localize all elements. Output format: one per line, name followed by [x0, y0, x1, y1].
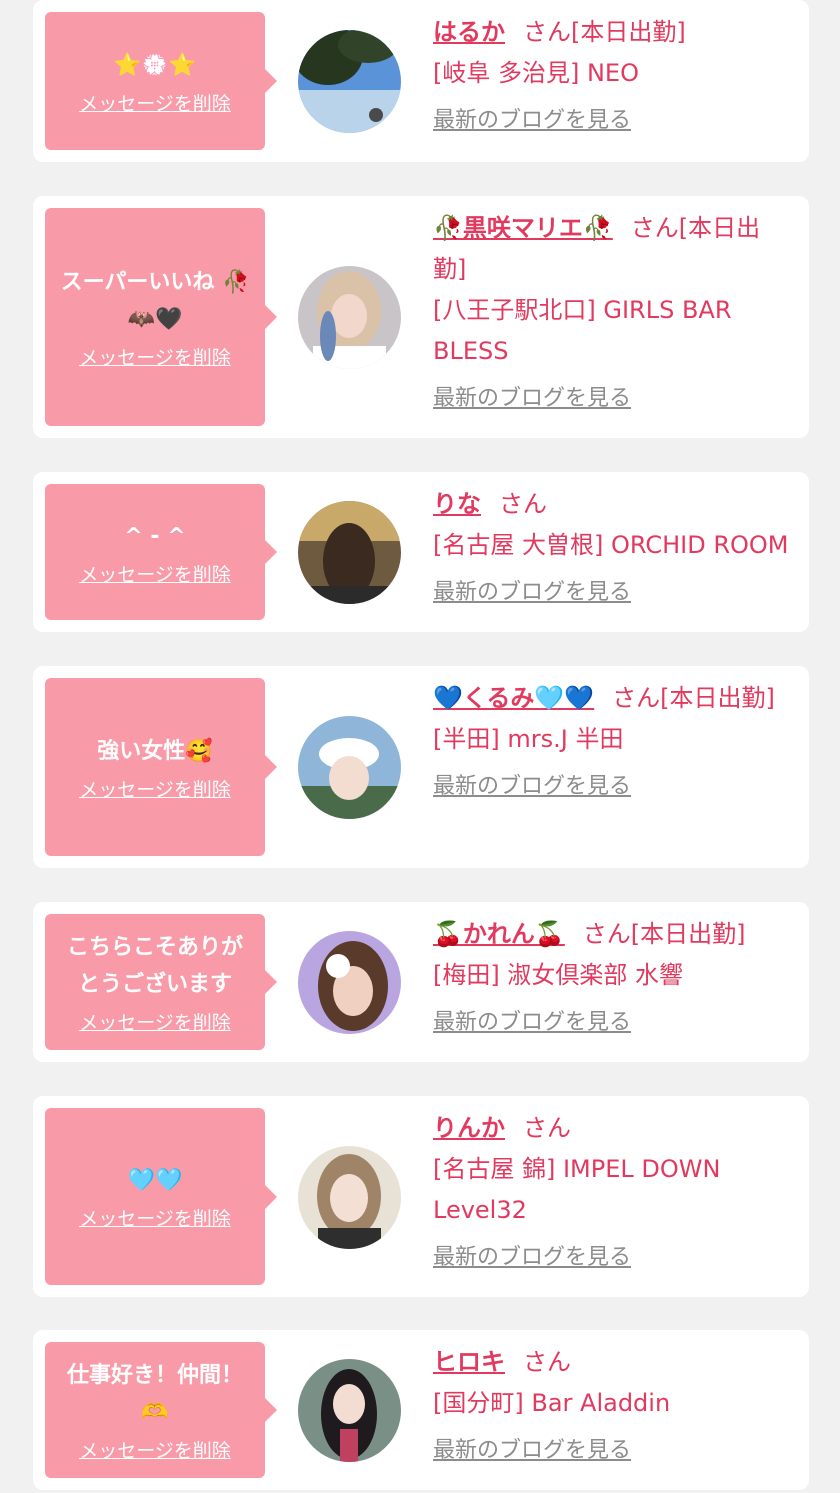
latest-blog-link[interactable]: 最新のブログを見る [433, 106, 793, 136]
honorific: さん [523, 1114, 571, 1142]
latest-blog-link[interactable]: 最新のブログを見る [433, 384, 793, 414]
delete-message-link[interactable]: メッセージを削除 [79, 1207, 231, 1231]
avatar[interactable] [298, 501, 401, 604]
latest-blog-link[interactable]: 最新のブログを見る [433, 772, 793, 802]
message-card: 仕事好き！仲間！🫶 メッセージを削除 ヒロキ さん [国分町] Bar Aladd… [33, 1330, 809, 1490]
card-info: ヒロキ さん [国分町] Bar Aladdin 最新のブログを見る [433, 1342, 793, 1466]
avatar[interactable] [298, 716, 401, 819]
message-text: ^ - ^ [124, 523, 186, 549]
shop-info: [半田] mrs.J 半田 [433, 725, 624, 753]
delete-message-link[interactable]: メッセージを削除 [79, 92, 231, 116]
delete-message-link[interactable]: メッセージを削除 [79, 778, 231, 802]
avatar[interactable] [298, 266, 401, 369]
shop-info: [岐阜 多治見] NEO [433, 59, 639, 87]
avatar-image [298, 1359, 401, 1462]
cast-name-link[interactable]: ヒロキ [433, 1348, 505, 1376]
shop-info: [名古屋 大曽根] ORCHID ROOM [433, 531, 789, 559]
latest-blog-link[interactable]: 最新のブログを見る [433, 1008, 793, 1038]
message-text: 仕事好き！仲間！🫶 [66, 1363, 243, 1425]
message-bubble: ⭐💮⭐ メッセージを削除 [45, 12, 277, 150]
message-card: こちらこそありがとうございます メッセージを削除 🍒かれん🍒 さん[本日出勤] [… [33, 902, 809, 1062]
honorific: さん [630, 214, 679, 242]
message-card: 🩵🩵 メッセージを削除 りんか さん [名古屋 錦] IMPEL DOWN Lev… [33, 1096, 809, 1297]
delete-message-link[interactable]: メッセージを削除 [79, 1439, 231, 1463]
message-text: スーパーいいね 🥀🦇🖤 [60, 270, 250, 332]
honorific: さん [523, 18, 571, 46]
message-card: スーパーいいね 🥀🦇🖤 メッセージを削除 🥀黒咲マリエ🥀 さん[本日出勤] [八王… [33, 196, 809, 438]
message-card: ⭐💮⭐ メッセージを削除 はるか さん[本日出勤] [岐阜 多治見] NEO 最新… [33, 0, 809, 162]
honorific: さん [523, 1348, 571, 1376]
avatar-image [298, 501, 401, 604]
delete-message-link[interactable]: メッセージを削除 [79, 563, 231, 587]
card-info: はるか さん[本日出勤] [岐阜 多治見] NEO 最新のブログを見る [433, 12, 793, 136]
avatar[interactable] [298, 1359, 401, 1462]
avatar-image [298, 716, 401, 819]
work-status: [本日出勤] [630, 920, 746, 948]
honorific: さん [612, 684, 661, 712]
shop-info: [梅田] 淑女倶楽部 水響 [433, 961, 683, 989]
honorific: さん [499, 490, 547, 518]
latest-blog-link[interactable]: 最新のブログを見る [433, 1436, 793, 1466]
message-text: ⭐💮⭐ [113, 52, 197, 78]
shop-info: [国分町] Bar Aladdin [433, 1389, 671, 1417]
latest-blog-link[interactable]: 最新のブログを見る [433, 1243, 793, 1273]
message-text: 🩵🩵 [127, 1168, 183, 1193]
latest-blog-link[interactable]: 最新のブログを見る [433, 578, 793, 608]
avatar-image [298, 30, 401, 133]
message-bubble: 🩵🩵 メッセージを削除 [45, 1108, 277, 1285]
message-bubble: スーパーいいね 🥀🦇🖤 メッセージを削除 [45, 208, 277, 426]
delete-message-link[interactable]: メッセージを削除 [79, 1011, 231, 1035]
message-bubble: 強い女性🥰 メッセージを削除 [45, 678, 277, 856]
work-status: [本日出勤] [660, 684, 775, 712]
card-info: 🥀黒咲マリエ🥀 さん[本日出勤] [八王子駅北口] GIRLS BAR BLESS… [433, 208, 793, 414]
shop-info: [名古屋 錦] IMPEL DOWN Level32 [433, 1155, 721, 1224]
cast-name-link[interactable]: はるか [433, 18, 505, 46]
avatar[interactable] [298, 30, 401, 133]
card-info: りんか さん [名古屋 錦] IMPEL DOWN Level32 最新のブログを… [433, 1108, 793, 1273]
message-bubble: ^ - ^ メッセージを削除 [45, 484, 277, 620]
shop-info: [八王子駅北口] GIRLS BAR BLESS [433, 296, 732, 365]
message-text: 強い女性🥰 [97, 738, 213, 764]
cast-name-link[interactable]: 🍒かれん🍒 [433, 920, 565, 948]
avatar-image [298, 266, 401, 369]
delete-message-link[interactable]: メッセージを削除 [79, 346, 231, 370]
card-info: りな さん [名古屋 大曽根] ORCHID ROOM 最新のブログを見る [433, 484, 793, 608]
message-bubble: 仕事好き！仲間！🫶 メッセージを削除 [45, 1342, 277, 1478]
cast-name-link[interactable]: 🥀黒咲マリエ🥀 [433, 214, 613, 242]
avatar-image [298, 1146, 401, 1249]
message-text: こちらこそありがとうございます [66, 935, 243, 997]
message-card: ^ - ^ メッセージを削除 りな さん [名古屋 大曽根] ORCHID ROO… [33, 472, 809, 632]
avatar[interactable] [298, 931, 401, 1034]
avatar-image [298, 931, 401, 1034]
card-info: 🍒かれん🍒 さん[本日出勤] [梅田] 淑女倶楽部 水響 最新のブログを見る [433, 914, 793, 1038]
cast-name-link[interactable]: りんか [433, 1114, 505, 1142]
work-status: [本日出勤] [571, 18, 686, 46]
avatar[interactable] [298, 1146, 401, 1249]
message-bubble: こちらこそありがとうございます メッセージを削除 [45, 914, 277, 1050]
cast-name-link[interactable]: りな [433, 490, 481, 518]
honorific: さん [582, 920, 631, 948]
message-card: 強い女性🥰 メッセージを削除 💙くるみ🩵💙 さん[本日出勤] [半田] mrs.J… [33, 666, 809, 868]
card-info: 💙くるみ🩵💙 さん[本日出勤] [半田] mrs.J 半田 最新のブログを見る [433, 678, 793, 802]
cast-name-link[interactable]: 💙くるみ🩵💙 [433, 684, 594, 712]
